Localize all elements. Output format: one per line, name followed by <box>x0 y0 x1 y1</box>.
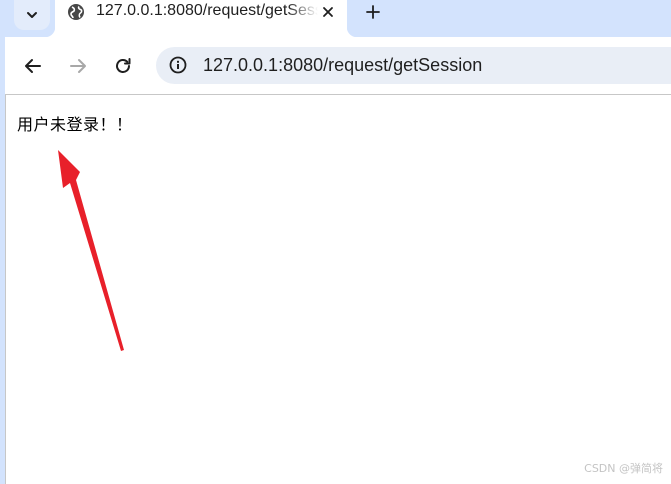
tab-close-button[interactable] <box>318 2 338 22</box>
site-info-button[interactable] <box>166 53 190 77</box>
tab-title: 127.0.0.1:8080/request/getSession <box>96 2 318 19</box>
close-icon <box>323 7 333 17</box>
address-bar[interactable]: 127.0.0.1:8080/request/getSession <box>156 47 671 84</box>
back-button[interactable] <box>18 51 48 81</box>
new-tab-button[interactable] <box>360 0 386 24</box>
page-message: 用户未登录！！ <box>17 115 133 134</box>
plus-icon <box>366 5 380 19</box>
tab-strip: 127.0.0.1:8080/request/getSession <box>0 0 671 37</box>
reload-button[interactable] <box>108 51 138 81</box>
arrow-left-icon <box>25 59 41 73</box>
chevron-down-icon <box>27 12 37 18</box>
url-text[interactable]: 127.0.0.1:8080/request/getSession <box>203 55 482 76</box>
browser-toolbar: 127.0.0.1:8080/request/getSession <box>5 37 671 94</box>
tab-active[interactable]: 127.0.0.1:8080/request/getSession <box>45 0 357 37</box>
reload-icon <box>116 58 131 73</box>
tab-search-button[interactable] <box>14 0 50 30</box>
info-icon <box>169 56 187 74</box>
forward-button[interactable] <box>63 51 93 81</box>
arrow-right-icon <box>70 59 86 73</box>
watermark: CSDN @弹简将 <box>584 462 663 475</box>
page-content: 用户未登录！！ <box>6 95 671 484</box>
globe-icon <box>68 4 84 20</box>
